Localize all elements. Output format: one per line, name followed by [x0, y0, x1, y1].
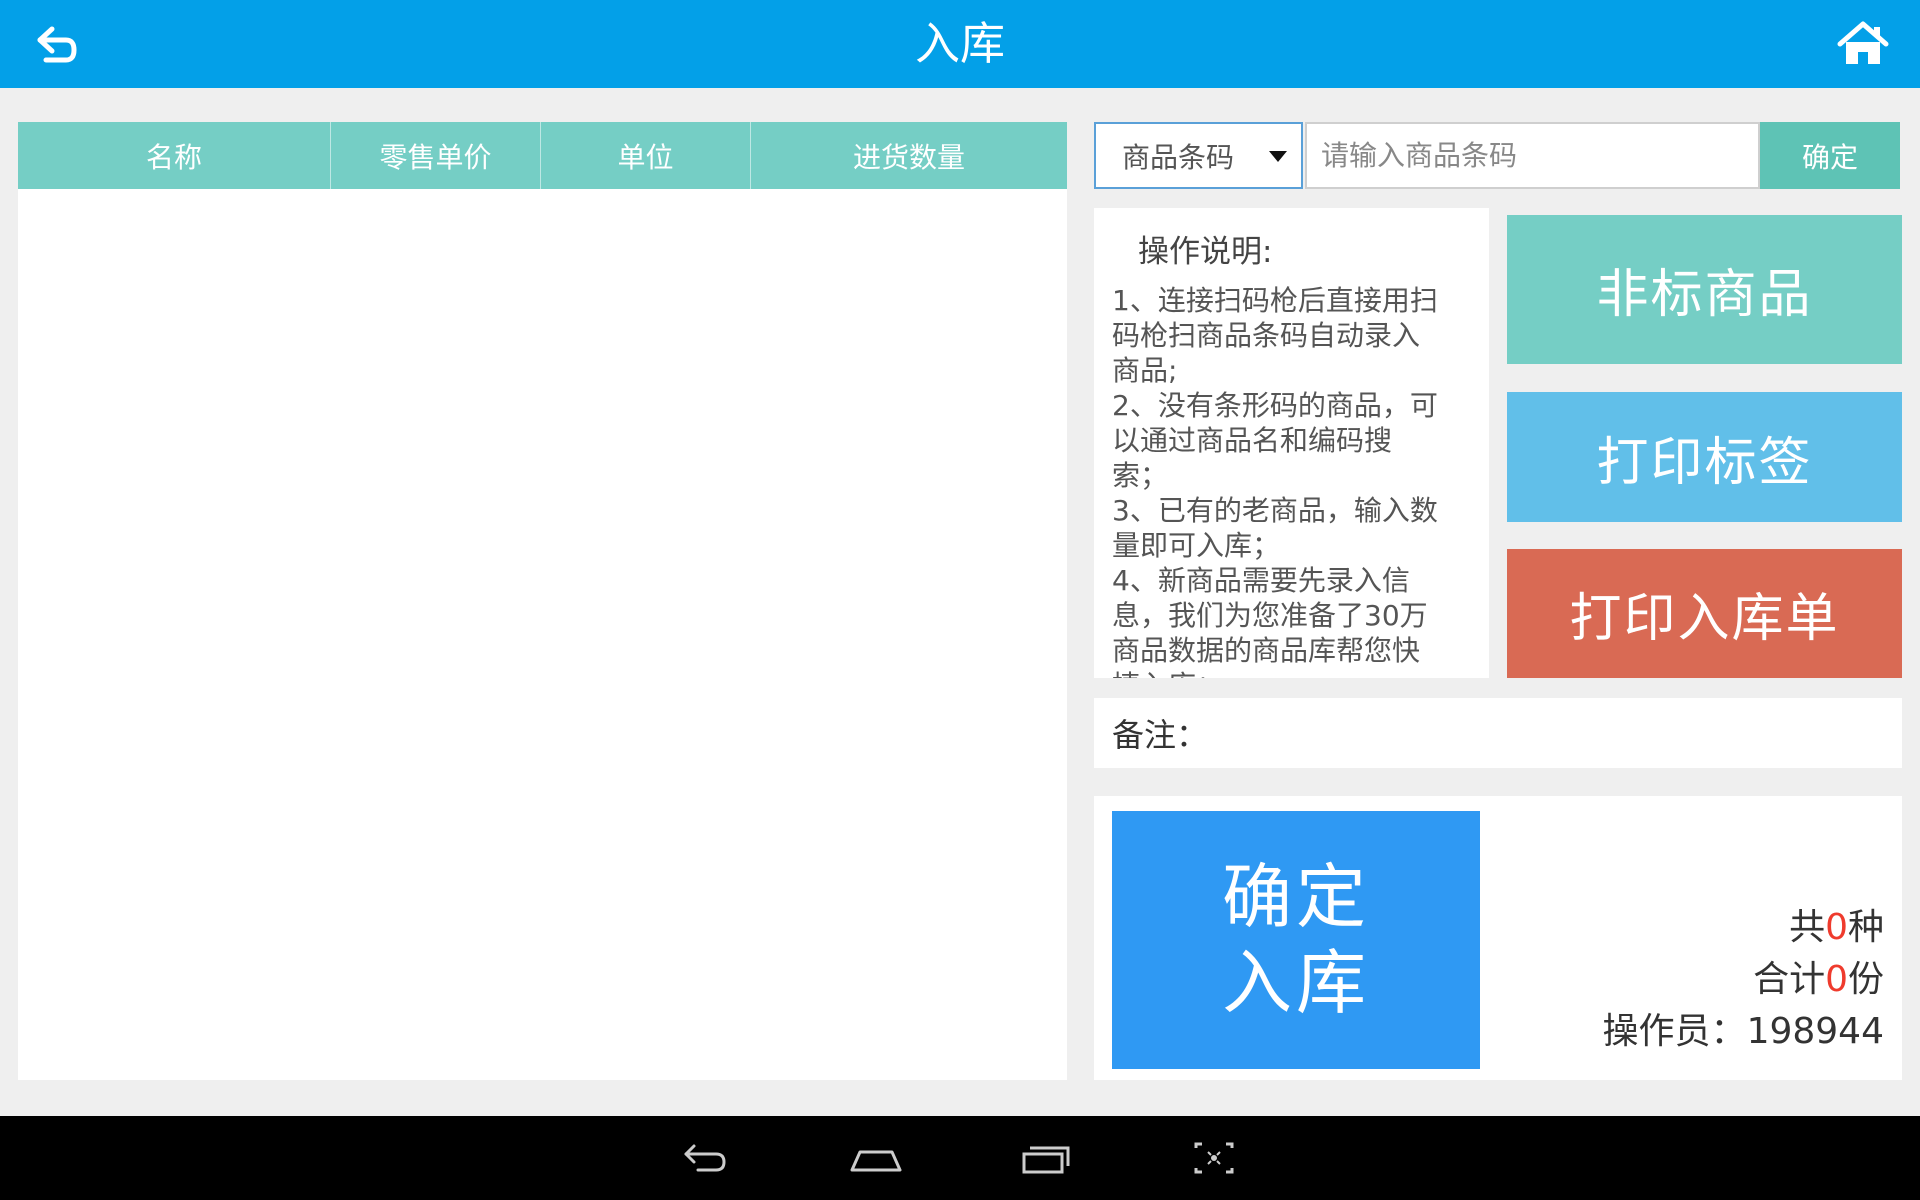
instructions-heading: 操作说明: — [1138, 234, 1273, 270]
instruction-item: 2、没有条形码的商品，可 以通过商品名和编码搜 索； — [1112, 389, 1438, 492]
search-confirm-button[interactable]: 确定 — [1760, 122, 1900, 189]
summary-panel: 确定 入库 共0种 合计0份 操作员：198944 — [1094, 796, 1902, 1080]
column-header-retail-price: 零售单价 — [331, 122, 541, 189]
remark-label: 备注： — [1112, 716, 1209, 754]
nav-recents-button[interactable] — [1018, 1136, 1074, 1180]
kinds-prefix: 共 — [1789, 907, 1826, 948]
instruction-item: 3、已有的老商品，输入数 量即可入库； — [1112, 494, 1438, 562]
nav-back-button[interactable] — [678, 1136, 734, 1180]
remark-field[interactable]: 备注： — [1094, 698, 1902, 768]
operator-line: 操作员：198944 — [1603, 1006, 1884, 1058]
instructions-panel[interactable]: 操作说明: 1、连接扫码枪后直接用扫 码枪扫商品条码自动录入 商品; 2、没有条… — [1094, 208, 1489, 678]
barcode-input[interactable] — [1305, 122, 1760, 189]
nav-home-button[interactable] — [848, 1136, 904, 1180]
non-standard-product-button[interactable]: 非标商品 — [1507, 215, 1902, 364]
search-type-value: 商品条码 — [1122, 140, 1235, 174]
column-header-purchase-qty: 进货数量 — [852, 140, 965, 174]
app-header: 入库 — [0, 0, 1920, 88]
confirm-line-2: 入库 — [1222, 942, 1370, 1024]
page-title: 入库 — [914, 17, 1005, 70]
screenshot-icon — [1194, 1142, 1234, 1174]
stats-block: 共0种 合计0份 操作员：198944 — [1603, 902, 1884, 1058]
nav-back-icon — [684, 1144, 726, 1172]
instruction-item: 1、连接扫码枪后直接用扫 码枪扫商品条码自动录入 商品; — [1112, 284, 1438, 387]
dropdown-arrow-icon — [1269, 151, 1287, 162]
search-type-select[interactable]: 商品条码 — [1094, 122, 1303, 189]
total-suffix: 份 — [1847, 959, 1884, 1000]
print-label-button[interactable]: 打印标签 — [1507, 392, 1902, 522]
home-icon — [1837, 21, 1889, 64]
nav-recents-icon — [1022, 1146, 1070, 1174]
total-count: 0 — [1825, 959, 1848, 1000]
kinds-suffix: 种 — [1847, 907, 1884, 948]
screenshot-button[interactable] — [1186, 1136, 1242, 1180]
nav-home-icon — [850, 1150, 902, 1172]
column-header-name: 名称 — [18, 122, 331, 189]
list-header: 名称 零售单价 单位 进货数量 — [18, 122, 1067, 189]
home-button[interactable] — [1836, 20, 1890, 68]
total-count-line: 合计0份 — [1603, 954, 1884, 1006]
kinds-count-line: 共0种 — [1603, 902, 1884, 954]
operator-label: 操作员： — [1602, 1011, 1747, 1052]
kinds-count: 0 — [1825, 907, 1848, 948]
product-list-panel: 名称 零售单价 单位 进货数量 — [18, 122, 1067, 1080]
column-header-unit: 单位 — [541, 122, 751, 189]
instruction-item: 4、新商品需要先录入信 息，我们为您准备了30万 商品数据的商品库帮您快 捷入库… — [1112, 564, 1428, 678]
system-nav-bar — [0, 1116, 1920, 1200]
total-prefix: 合计 — [1753, 959, 1826, 1000]
operator-id: 198944 — [1746, 1011, 1884, 1052]
search-bar: 商品条码 确定 — [1094, 122, 1902, 189]
confirm-stock-in-button[interactable]: 确定 入库 — [1112, 811, 1480, 1069]
print-receipt-button[interactable]: 打印入库单 — [1507, 549, 1902, 678]
confirm-line-1: 确定 — [1222, 856, 1370, 938]
